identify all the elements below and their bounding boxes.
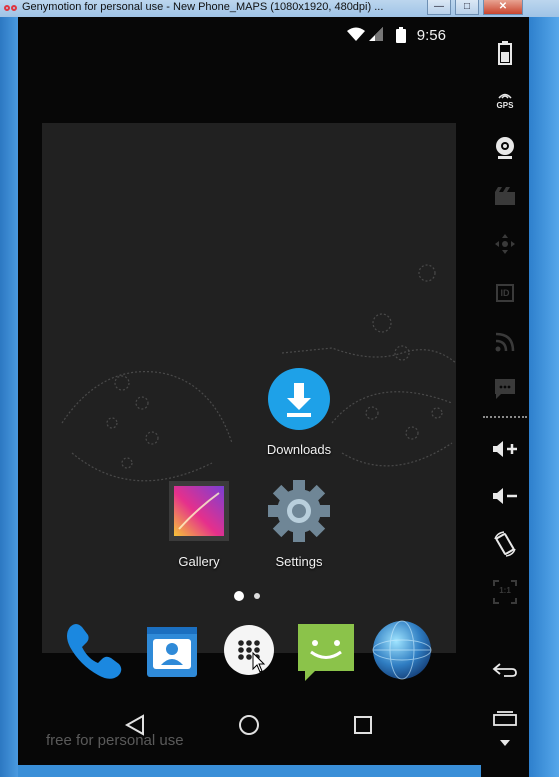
page-dot-active: [234, 591, 244, 601]
app-settings[interactable]: Settings: [254, 479, 344, 569]
battery-icon: [498, 41, 512, 65]
nav-recents-button[interactable]: [343, 705, 383, 745]
pixel-perfect-tool[interactable]: 1:1: [481, 572, 529, 612]
dock-contacts[interactable]: [141, 619, 203, 681]
watermark-text: free for personal use: [46, 732, 184, 749]
volume-down-tool[interactable]: [481, 476, 529, 516]
recent-apps-icon: [493, 711, 517, 726]
close-button[interactable]: ✕: [483, 0, 523, 15]
dock-messaging[interactable]: [295, 619, 357, 681]
gps-tool[interactable]: GPS: [481, 80, 529, 120]
status-bar: 9:56: [18, 17, 481, 53]
volume-up-icon: [493, 441, 517, 457]
network-icon: [495, 332, 515, 352]
phone-screen[interactable]: 9:56 Downloads Gallery Settings free for…: [18, 17, 481, 765]
contacts-icon: [147, 627, 197, 677]
screencast-tool[interactable]: [481, 176, 529, 216]
volume-down-icon: [493, 488, 517, 504]
gps-label: GPS: [496, 101, 514, 110]
desktop-background: [529, 17, 559, 777]
settings-icon: [268, 480, 330, 542]
chevron-down-icon: [500, 740, 510, 746]
wifi-icon: [347, 27, 365, 41]
app-label: Settings: [275, 554, 323, 569]
recent-apps-tool[interactable]: [481, 698, 529, 738]
messaging-icon: [298, 624, 354, 681]
identifiers-tool[interactable]: ID: [481, 273, 529, 313]
window-titlebar[interactable]: Genymotion for personal use - New Phone_…: [0, 0, 559, 18]
app-gallery[interactable]: Gallery: [154, 479, 244, 569]
recents-square-icon: [354, 716, 372, 734]
minimize-button[interactable]: —: [427, 0, 451, 15]
battery-tool[interactable]: [481, 33, 529, 73]
volume-up-tool[interactable]: [481, 429, 529, 469]
back-icon: [492, 663, 517, 677]
window-border: [0, 17, 18, 777]
app-label: Gallery: [178, 554, 220, 569]
cell-signal-icon: [369, 27, 383, 41]
back-tool[interactable]: [481, 650, 529, 690]
gps-icon: GPS: [496, 90, 514, 110]
wallpaper: [42, 123, 457, 653]
more-tools-button[interactable]: [481, 733, 529, 753]
battery-status-icon: [396, 27, 406, 43]
window-title: Genymotion for personal use - New Phone_…: [22, 1, 384, 13]
scale-label: 1:1: [499, 586, 511, 595]
screencast-icon: [495, 187, 515, 205]
toolbar-separator: [483, 416, 527, 418]
maximize-button[interactable]: □: [455, 0, 479, 15]
downloads-icon: [268, 368, 330, 430]
app-downloads[interactable]: Downloads: [254, 367, 344, 457]
gallery-icon: [169, 481, 229, 541]
app-drawer-icon: [224, 625, 274, 675]
rotate-icon: [494, 531, 516, 557]
rotate-tool[interactable]: [481, 524, 529, 564]
home-circle-icon: [239, 715, 259, 735]
identifiers-icon: ID: [496, 284, 514, 302]
wallpaper-doodle: [61, 264, 457, 482]
dock-app-drawer[interactable]: [219, 619, 281, 681]
sms-tool[interactable]: [481, 369, 529, 409]
network-tool[interactable]: [481, 322, 529, 362]
page-indicator: [234, 591, 260, 601]
genymotion-toolbar: GPS ID 1:1: [481, 17, 529, 777]
dpad-icon: [495, 234, 515, 254]
nav-home-button[interactable]: [229, 705, 269, 745]
browser-icon: [372, 620, 432, 680]
dock-phone[interactable]: [62, 619, 124, 681]
webcam-icon: [496, 137, 514, 159]
webcam-tool[interactable]: [481, 128, 529, 168]
status-time: 9:56: [416, 27, 446, 44]
phone-icon: [67, 624, 122, 679]
dock-browser[interactable]: [371, 619, 433, 681]
dpad-tool[interactable]: [481, 224, 529, 264]
sms-icon: [495, 379, 515, 399]
genymotion-logo-icon: [4, 2, 18, 14]
page-dot: [254, 593, 260, 599]
app-label: Downloads: [266, 442, 332, 457]
pixel-perfect-icon: 1:1: [493, 580, 517, 604]
